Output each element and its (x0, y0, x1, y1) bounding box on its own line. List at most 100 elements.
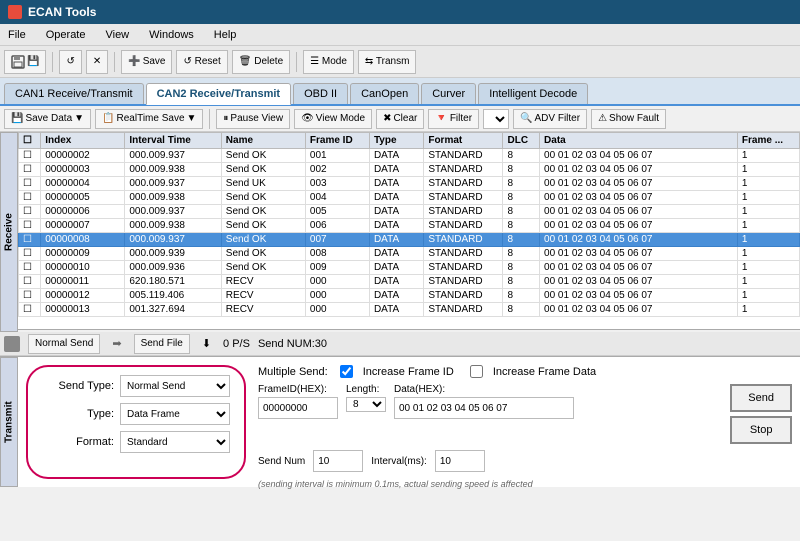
show-fault-btn[interactable]: ⚠ Show Fault (591, 109, 666, 129)
toolbar-add[interactable]: ➕ Save (121, 50, 172, 74)
cell-frameid: 008 (305, 247, 369, 261)
cell-format: STANDARD (424, 149, 503, 163)
cell-format: STANDARD (424, 261, 503, 275)
cell-frame: 1 (737, 247, 799, 261)
cell-check[interactable]: ☐ (19, 233, 41, 247)
clear-btn[interactable]: ✖ Clear (376, 109, 424, 129)
toolbar-save[interactable]: 💾 (4, 50, 46, 74)
toolbar-reset-btn[interactable]: ↺ Reset (176, 50, 227, 74)
interval-input[interactable] (435, 450, 485, 472)
cell-check[interactable]: ☐ (19, 205, 41, 219)
receive-table-container[interactable]: ☐ Index Interval Time Name Frame ID Type… (18, 132, 800, 330)
format-select[interactable]: Standard (120, 431, 230, 453)
menu-file[interactable]: File (4, 28, 30, 42)
send-button[interactable]: Send (730, 384, 792, 412)
tab-intdecode[interactable]: Intelligent Decode (478, 83, 588, 104)
cell-check[interactable]: ☐ (19, 247, 41, 261)
send-num-form-label: Send Num (258, 456, 305, 467)
send-num-input[interactable] (313, 450, 363, 472)
tab-curver[interactable]: Curver (421, 83, 476, 104)
table-row[interactable]: ☐ 00000010 000.009.936 Send OK 009 DATA … (19, 261, 800, 275)
increase-frame-id-label: Increase Frame ID (363, 366, 454, 378)
menu-help[interactable]: Help (210, 28, 241, 42)
sub-toolbar: 💾 Save Data ▼ 📋 RealTime Save ▼ ⏸ Pause … (0, 106, 800, 132)
table-row[interactable]: ☐ 00000006 000.009.937 Send OK 005 DATA … (19, 205, 800, 219)
format-label: Format: (42, 436, 114, 448)
main-toolbar: 💾 ↺ ✕ ➕ Save ↺ Reset 🗑 Delete ☰ Mode ⇆ T… (0, 46, 800, 78)
cell-dlc: 8 (503, 261, 540, 275)
table-row[interactable]: ☐ 00000004 000.009.937 Send UK 003 DATA … (19, 177, 800, 191)
cell-index: 00000012 (41, 289, 125, 303)
toolbar-transm[interactable]: ⇆ Transm (358, 50, 417, 74)
length-select[interactable]: 8 (346, 397, 386, 412)
table-row[interactable]: ☐ 00000011 620.180.571 RECV 000 DATA STA… (19, 275, 800, 289)
cell-data: 00 01 02 03 04 05 06 07 (540, 191, 738, 205)
cell-check[interactable]: ☐ (19, 261, 41, 275)
normal-send-icon (4, 336, 20, 352)
tab-can2[interactable]: CAN2 Receive/Transmit (146, 83, 292, 105)
table-row[interactable]: ☐ 00000008 000.009.937 Send OK 007 DATA … (19, 233, 800, 247)
send-type-select[interactable]: Normal Send (120, 375, 230, 397)
cell-type: DATA (369, 177, 423, 191)
cell-frameid: 005 (305, 205, 369, 219)
table-row[interactable]: ☐ 00000003 000.009.938 Send OK 002 DATA … (19, 163, 800, 177)
cell-check[interactable]: ☐ (19, 149, 41, 163)
table-row[interactable]: ☐ 00000002 000.009.937 Send OK 001 DATA … (19, 149, 800, 163)
cell-check[interactable]: ☐ (19, 275, 41, 289)
cell-interval: 000.009.937 (125, 205, 221, 219)
tab-canopen[interactable]: CanOpen (350, 83, 419, 104)
toolbar-reset[interactable]: ↺ (59, 50, 81, 74)
toolbar-mode[interactable]: ☰ Mode (303, 50, 354, 74)
type-select[interactable]: Data Frame (120, 403, 230, 425)
pause-view-btn[interactable]: ⏸ Pause View (216, 109, 290, 129)
content-area: Receive ☐ Index Interval Time Name Frame… (0, 132, 800, 487)
tab-can1[interactable]: CAN1 Receive/Transmit (4, 83, 144, 104)
view-mode-btn[interactable]: 👁 View Mode (294, 109, 372, 129)
cell-type: DATA (369, 191, 423, 205)
save-data-btn[interactable]: 💾 Save Data ▼ (4, 109, 91, 129)
normal-send-btn[interactable]: Normal Send (28, 334, 100, 354)
menu-view[interactable]: View (101, 28, 133, 42)
cell-check[interactable]: ☐ (19, 289, 41, 303)
table-row[interactable]: ☐ 00000012 005.119.406 RECV 000 DATA STA… (19, 289, 800, 303)
data-hex-group: Data(HEX): (394, 384, 722, 419)
adv-filter-btn[interactable]: 🔍 ADV Filter (513, 109, 587, 129)
menu-bar: File Operate View Windows Help (0, 24, 800, 46)
data-hex-input[interactable] (394, 397, 574, 419)
table-row[interactable]: ☐ 00000005 000.009.938 Send OK 004 DATA … (19, 191, 800, 205)
filter-btn[interactable]: 🔻 Filter (428, 109, 479, 129)
cell-type: DATA (369, 233, 423, 247)
cell-check[interactable]: ☐ (19, 163, 41, 177)
cell-name: Send OK (221, 233, 305, 247)
filter-select[interactable] (483, 109, 509, 129)
cell-index: 00000002 (41, 149, 125, 163)
cell-check[interactable]: ☐ (19, 177, 41, 191)
cell-frame: 1 (737, 275, 799, 289)
cell-check[interactable]: ☐ (19, 303, 41, 317)
cell-data: 00 01 02 03 04 05 06 07 (540, 219, 738, 233)
toolbar-delete[interactable]: ✕ (86, 50, 108, 74)
cell-check[interactable]: ☐ (19, 219, 41, 233)
receive-label: Receive (0, 132, 18, 332)
cell-index: 00000006 (41, 205, 125, 219)
cell-frameid: 006 (305, 219, 369, 233)
table-row[interactable]: ☐ 00000007 000.009.938 Send OK 006 DATA … (19, 219, 800, 233)
realtime-save-btn[interactable]: 📋 RealTime Save ▼ (95, 109, 203, 129)
menu-windows[interactable]: Windows (145, 28, 198, 42)
send-stop-btns: Send Stop (730, 384, 792, 444)
send-file-btn[interactable]: Send File (134, 334, 190, 354)
increase-frame-data-check[interactable] (470, 365, 483, 378)
toolbar-delete-btn[interactable]: 🗑 Delete (232, 50, 290, 74)
frame-id-input[interactable] (258, 397, 338, 419)
length-group: Length: 8 (346, 384, 386, 412)
stop-button[interactable]: Stop (730, 416, 792, 444)
menu-operate[interactable]: Operate (42, 28, 90, 42)
cell-data: 00 01 02 03 04 05 06 07 (540, 149, 738, 163)
cell-index: 00000011 (41, 275, 125, 289)
table-row[interactable]: ☐ 00000013 001.327.694 RECV 000 DATA STA… (19, 303, 800, 317)
increase-frame-id-check[interactable] (340, 365, 353, 378)
tab-obd[interactable]: OBD II (293, 83, 348, 104)
increase-frame-data-label: Increase Frame Data (493, 366, 596, 378)
cell-check[interactable]: ☐ (19, 191, 41, 205)
table-row[interactable]: ☐ 00000009 000.009.939 Send OK 008 DATA … (19, 247, 800, 261)
